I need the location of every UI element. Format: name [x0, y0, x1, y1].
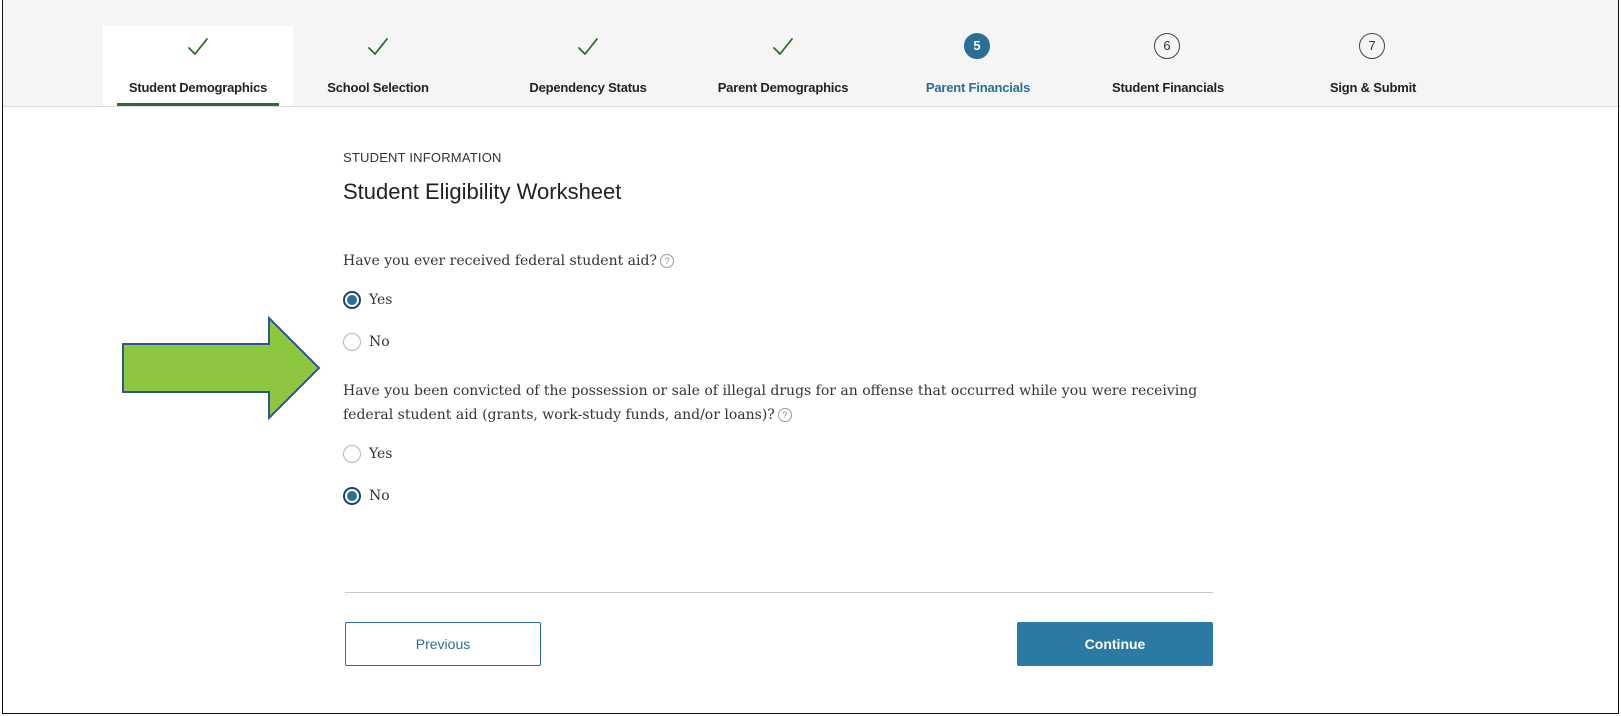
check-icon	[574, 33, 602, 61]
check-icon	[769, 33, 797, 61]
radio-option-no[interactable]: No	[343, 481, 1213, 511]
worksheet-content: STUDENT INFORMATION Student Eligibility …	[343, 150, 1213, 511]
help-icon[interactable]: ?	[777, 408, 792, 422]
radio-label: No	[369, 334, 390, 350]
step-label: Student Demographics	[128, 80, 268, 95]
check-icon	[184, 33, 212, 61]
step-number-7: 7	[1359, 33, 1385, 59]
step-sign-submit[interactable]: 7 Sign & Submit	[1298, 26, 1448, 106]
step-label: School Selection	[327, 80, 429, 95]
step-dependency-status[interactable]: Dependency Status	[508, 26, 668, 106]
page-title: Student Eligibility Worksheet	[343, 179, 622, 204]
question-text: Have you been convicted of the possessio…	[343, 383, 1198, 423]
step-parent-demographics[interactable]: Parent Demographics	[698, 26, 868, 106]
active-step-underline	[117, 103, 279, 106]
section-eyebrow: STUDENT INFORMATION	[343, 150, 502, 165]
question-text: Have you ever received federal student a…	[343, 253, 657, 269]
step-label: Parent Financials	[925, 80, 1031, 95]
radio-group-drug-conviction: Yes No	[343, 439, 1213, 511]
step-number-5: 5	[964, 33, 990, 59]
step-student-financials[interactable]: 6 Student Financials	[1093, 26, 1243, 106]
radio-option-yes[interactable]: Yes	[343, 439, 1213, 469]
radio-button[interactable]	[343, 487, 361, 505]
step-number-6: 6	[1154, 33, 1180, 59]
question-federal-aid: Have you ever received federal student a…	[343, 249, 1213, 273]
radio-option-yes[interactable]: Yes	[343, 285, 1213, 315]
step-label: Student Financials	[1112, 80, 1224, 95]
step-parent-financials[interactable]: 5 Parent Financials	[903, 26, 1053, 106]
step-label: Parent Demographics	[717, 80, 849, 95]
step-school-selection[interactable]: School Selection	[303, 26, 453, 106]
question-drug-conviction: Have you been convicted of the possessio…	[343, 379, 1213, 427]
radio-label: Yes	[369, 292, 393, 308]
step-student-demographics[interactable]: Student Demographics	[103, 26, 293, 106]
form-divider	[345, 592, 1213, 593]
annotation-arrow-icon	[122, 316, 321, 420]
progress-stepper: Student Demographics School Selection De…	[3, 0, 1618, 107]
continue-button[interactable]: Continue	[1017, 622, 1213, 666]
radio-option-no[interactable]: No	[343, 327, 1213, 357]
previous-button[interactable]: Previous	[345, 622, 541, 666]
fafsa-window: Student Demographics School Selection De…	[2, 0, 1619, 714]
radio-button[interactable]	[343, 333, 361, 351]
radio-group-federal-aid: Yes No	[343, 285, 1213, 357]
step-label: Dependency Status	[529, 80, 647, 95]
step-label: Sign & Submit	[1329, 80, 1417, 95]
radio-button[interactable]	[343, 445, 361, 463]
radio-button[interactable]	[343, 291, 361, 309]
help-icon[interactable]: ?	[659, 254, 674, 268]
check-icon	[364, 33, 392, 61]
radio-label: No	[369, 488, 390, 504]
radio-label: Yes	[369, 446, 393, 462]
